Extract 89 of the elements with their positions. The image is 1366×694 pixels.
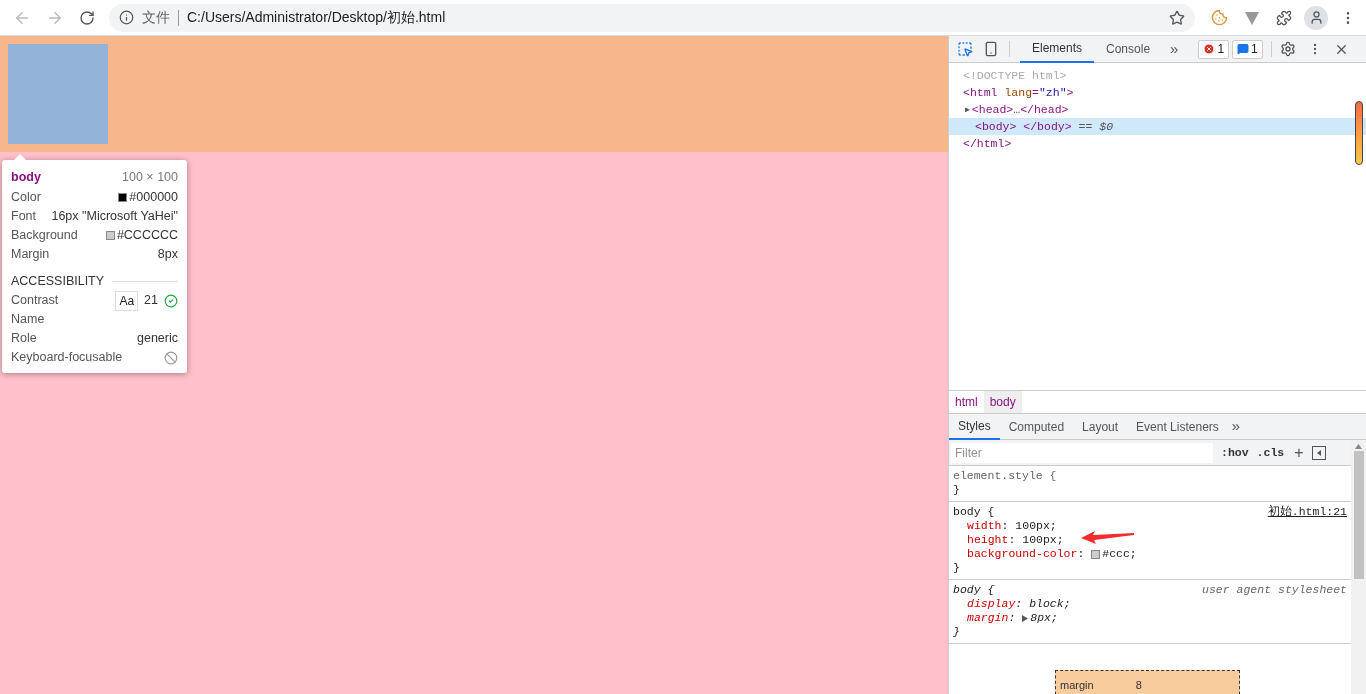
css-property-value: 100px; <box>1022 533 1064 547</box>
styles-scrollbar[interactable] <box>1351 440 1366 694</box>
address-bar[interactable]: 文件 C:/Users/Administrator/Desktop/初始.html <box>109 3 1195 32</box>
css-property-name: width <box>967 519 1002 533</box>
device-toolbar-icon[interactable] <box>983 41 999 57</box>
property-label: Margin <box>11 246 50 264</box>
devtools-tab[interactable]: Console <box>1094 35 1163 63</box>
bookmark-star-icon[interactable] <box>1169 9 1185 26</box>
dom-node-row[interactable]: <html lang="zh"> <box>949 84 1366 101</box>
v-logo-icon[interactable] <box>1244 9 1260 26</box>
property-label: Color <box>11 189 41 207</box>
inspect-icon[interactable] <box>957 41 973 57</box>
contrast-ratio: 21 <box>144 292 158 310</box>
reload-icon[interactable] <box>79 9 95 26</box>
info-icon[interactable] <box>119 10 134 25</box>
more-tabs-button[interactable]: » <box>1170 37 1179 61</box>
extensions-icon[interactable] <box>1276 9 1292 26</box>
element-tag-label: body <box>11 168 41 186</box>
property-label: Background <box>11 227 78 245</box>
message-icon <box>1237 43 1250 55</box>
dom-node-row[interactable]: </html> <box>949 135 1366 152</box>
css-property-name: height <box>967 533 1009 547</box>
css-property-name: background-color <box>967 547 1078 561</box>
scroll-up-arrow-icon[interactable] <box>1355 444 1362 449</box>
dom-node-text: </html> <box>963 135 1012 152</box>
css-property-value: #ccc; <box>1102 547 1137 561</box>
error-icon <box>1203 43 1216 55</box>
scrollbar-thumb <box>1355 101 1363 165</box>
property-label: Keyboard-focusable <box>11 349 123 367</box>
margin-value: 8 <box>1135 678 1142 693</box>
security-label: 文件 <box>142 8 170 27</box>
settings-icon[interactable] <box>1279 41 1296 57</box>
hover-state-button[interactable]: :hov <box>1221 443 1249 462</box>
rule-selector: element.style { <box>953 469 1057 483</box>
styles-pane-tab[interactable]: Computed <box>999 413 1074 440</box>
dom-node-row[interactable]: ▶ <head>…</head> <box>949 101 1366 118</box>
property-value: #CCCCCC <box>116 227 178 245</box>
source-link[interactable]: 初始.html:21 <box>1267 505 1347 519</box>
css-separator: : <box>1077 547 1086 561</box>
margin-label: margin <box>1060 678 1094 693</box>
class-toggle-button[interactable]: .cls <box>1256 443 1285 462</box>
color-swatch[interactable] <box>1091 549 1101 559</box>
property-label: Role <box>11 330 37 348</box>
dom-node-text: <html lang="zh"> <box>963 84 1074 101</box>
new-rule-button[interactable]: + <box>1294 440 1304 465</box>
sidebar-toggle-icon[interactable] <box>1311 445 1326 460</box>
more-panes-button[interactable]: » <box>1231 415 1241 438</box>
message-count-button[interactable]: 1 <box>1232 39 1263 59</box>
rule-closing-brace: } <box>953 625 960 639</box>
breadcrumb-item[interactable]: body <box>983 391 1022 413</box>
source-label: user agent stylesheet <box>1202 583 1347 597</box>
css-separator: : <box>1001 519 1010 533</box>
property-label: Contrast <box>11 292 59 310</box>
property-value: #000000 <box>129 189 178 207</box>
filter-field[interactable]: Filter <box>951 442 1213 463</box>
error-count-button[interactable]: 1 <box>1198 39 1230 59</box>
contrast-sample: Aa <box>115 290 139 311</box>
url-text: C:/Users/Administrator/Desktop/初始.html <box>187 8 446 27</box>
property-label: Font <box>11 208 36 226</box>
css-separator: : <box>1008 611 1017 625</box>
css-property-value: block; <box>1029 597 1071 611</box>
dom-node-text: <body> </body> == $0 <box>975 118 1114 135</box>
css-property-name: margin <box>967 611 1009 625</box>
css-property-name: display <box>967 597 1016 611</box>
rule-selector: body { <box>953 505 995 519</box>
css-property-value: 8px; <box>1030 611 1058 625</box>
rule-selector: body { <box>953 583 995 597</box>
styles-pane-tab[interactable]: Event Listeners <box>1127 413 1228 440</box>
profile-avatar[interactable] <box>1304 5 1328 30</box>
dom-node-text: <!DOCTYPE html> <box>963 67 1067 84</box>
property-value: generic <box>137 330 178 348</box>
css-separator: : <box>1015 597 1024 611</box>
section-heading: ACCESSIBILITY <box>11 272 105 290</box>
devtools-tab[interactable]: Elements <box>1020 35 1095 63</box>
rule-closing-brace: } <box>953 483 960 497</box>
element-size: 100 × 100 <box>122 168 178 186</box>
property-value: 8px <box>157 246 178 264</box>
dom-node-text: <head>…</head> <box>971 101 1069 118</box>
property-value: 16px "Microsoft YaHei" <box>51 208 178 226</box>
rule-closing-brace: } <box>953 561 960 575</box>
css-separator: : <box>1008 533 1017 547</box>
arrow-annotation <box>1081 529 1135 545</box>
styles-pane-tab[interactable]: Layout <box>1073 413 1128 440</box>
expand-triangle-icon[interactable] <box>1022 614 1029 622</box>
property-label: Name <box>11 311 45 329</box>
expand-triangle-icon[interactable]: ▶ <box>965 103 970 116</box>
dom-node-row[interactable]: <body> </body> == $0 <box>949 118 1366 135</box>
css-property-value: 100px; <box>1015 519 1057 533</box>
breadcrumb-item[interactable]: html <box>949 391 984 413</box>
